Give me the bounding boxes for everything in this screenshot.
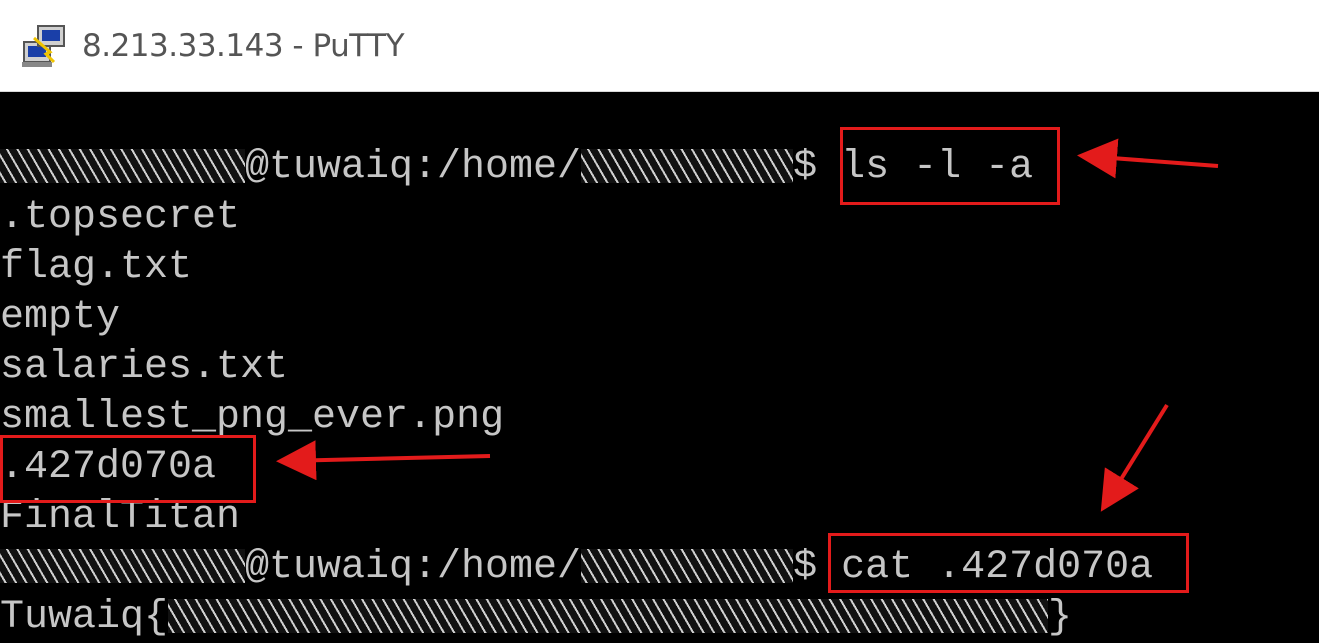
listing-item: .topsecret xyxy=(0,195,241,240)
redacted-path xyxy=(581,149,794,184)
redacted-path xyxy=(581,549,794,584)
highlight-box-cat-command xyxy=(828,533,1189,593)
window-titlebar[interactable]: 8.213.33.143 - PuTTY xyxy=(0,0,1319,92)
prompt-dollar: $ xyxy=(793,545,818,590)
highlight-box-ls-command xyxy=(840,127,1060,205)
prompt-dollar: $ xyxy=(793,145,818,190)
listing-item: flag.txt xyxy=(0,245,193,290)
flag-prefix: Tuwaiq{ xyxy=(0,595,169,640)
flag-suffix: } xyxy=(1048,595,1073,640)
redacted-username xyxy=(0,149,245,184)
prompt-host: @tuwaiq:/home/ xyxy=(245,545,582,590)
redacted-flag xyxy=(168,599,1049,634)
listing-item: empty xyxy=(0,295,121,340)
terminal-screen[interactable]: @tuwaiq:/home/$ ls -l -a .topsecret flag… xyxy=(0,92,1319,643)
putty-icon[interactable] xyxy=(20,22,72,70)
redacted-username xyxy=(0,549,245,584)
listing-item: salaries.txt xyxy=(0,345,289,390)
terminal-output-line: Tuwaiq{} xyxy=(0,593,1072,643)
prompt-host: @tuwaiq:/home/ xyxy=(245,145,582,190)
highlight-box-hidden-file xyxy=(0,435,256,503)
window-title: 8.213.33.143 - PuTTY xyxy=(82,28,405,64)
